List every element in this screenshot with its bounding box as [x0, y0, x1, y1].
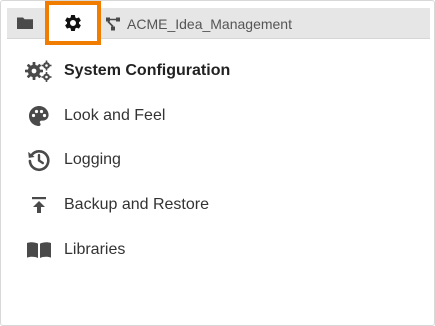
menu-item-label: System Configuration — [64, 62, 231, 80]
palette-icon — [25, 102, 53, 130]
project-name[interactable]: ACME_Idea_Management — [127, 16, 292, 32]
menu-item-logging[interactable]: Logging — [1, 138, 435, 183]
menu-item-label: Backup and Restore — [64, 196, 209, 214]
gear-icon — [63, 13, 83, 33]
menu-item-libraries[interactable]: Libraries — [1, 227, 435, 272]
menu-item-look-and-feel[interactable]: Look and Feel — [1, 94, 435, 139]
settings-menu: System Configuration Look and Feel Loggi… — [1, 49, 435, 272]
book-icon — [25, 236, 53, 264]
settings-button[interactable] — [45, 1, 101, 45]
menu-item-label: Libraries — [64, 240, 126, 258]
menu-item-backup-and-restore[interactable]: Backup and Restore — [1, 183, 435, 228]
toolbar: ACME_Idea_Management — [7, 1, 430, 45]
folder-icon[interactable] — [16, 15, 34, 31]
menu-item-system-configuration[interactable]: System Configuration — [1, 49, 435, 94]
branch-icon — [105, 16, 121, 32]
history-icon — [25, 146, 53, 174]
menu-item-label: Look and Feel — [64, 106, 166, 124]
settings-panel: ACME_Idea_Management System Configuratio… — [0, 0, 435, 326]
upload-icon — [25, 191, 53, 219]
menu-item-label: Logging — [64, 151, 121, 169]
gears-icon — [25, 57, 53, 85]
